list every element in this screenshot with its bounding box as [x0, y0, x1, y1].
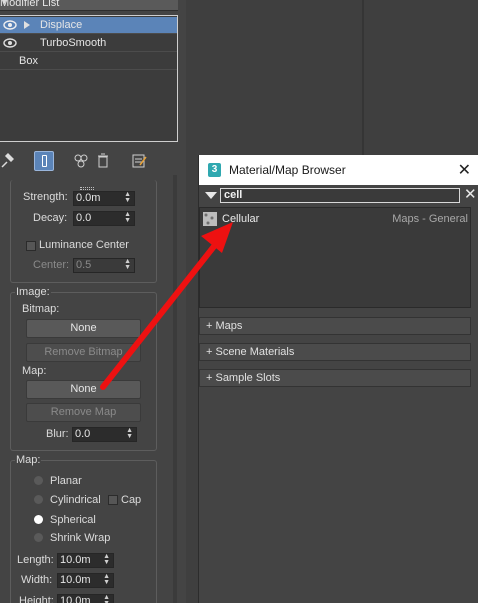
luminance-center-checkbox[interactable] — [26, 241, 36, 251]
rollout-maps[interactable]: + Maps — [199, 317, 471, 335]
blur-value: 0.0 — [75, 428, 91, 440]
spinner-arrows-icon[interactable]: ▲▼ — [124, 191, 131, 204]
strength-label: Strength: — [23, 191, 68, 203]
show-end-result-icon[interactable] — [34, 151, 54, 171]
shrink-wrap-radio[interactable] — [34, 533, 43, 542]
result-category: Maps - General — [392, 213, 468, 225]
remove-modifier-icon[interactable] — [96, 151, 110, 171]
close-icon[interactable]: ✕ — [458, 160, 471, 180]
blur-spinner[interactable]: 0.0 ▲ ▼ — [72, 427, 137, 442]
rollout-scene-materials[interactable]: + Scene Materials — [199, 343, 471, 361]
modify-panel: Modifier List ▼ Displace TurboSmooth Box — [0, 0, 186, 603]
spinner-arrows-icon[interactable]: ▲▼ — [103, 594, 110, 603]
expand-arrow-icon[interactable] — [24, 21, 30, 29]
width-label: Width: — [21, 574, 53, 586]
center-value: 0.5 — [76, 259, 92, 271]
eye-icon[interactable] — [3, 19, 17, 31]
remove-bitmap-button[interactable]: Remove Bitmap — [26, 343, 141, 362]
image-group: Image: Bitmap: None Remove Bitmap Map: N… — [10, 286, 157, 451]
decay-label: Decay: — [33, 212, 68, 224]
length-spinner[interactable]: 10.0m ▲ ▼ — [57, 553, 114, 568]
eye-icon[interactable] — [3, 37, 17, 49]
make-unique-icon[interactable] — [72, 151, 90, 171]
result-name: Cellular — [222, 213, 260, 225]
viewport-divider — [362, 0, 364, 155]
cap-label: Cap — [121, 494, 142, 506]
cylindrical-label: Cylindrical — [50, 494, 101, 506]
map-label: Map: — [22, 365, 47, 377]
shrink-wrap-label: Shrink Wrap — [50, 532, 111, 544]
stack-item-label: Box — [19, 55, 38, 67]
length-value: 10.0m — [60, 554, 91, 566]
modifier-stack: Displace TurboSmooth Box — [0, 15, 178, 142]
height-label: Height: — [19, 595, 54, 603]
panel-scrollbar[interactable] — [173, 175, 177, 603]
spherical-label: Spherical — [50, 514, 96, 526]
search-input[interactable]: cell — [220, 188, 460, 203]
search-results: Cellular Maps - General — [199, 207, 471, 308]
spinner-arrows-icon[interactable]: ▲▼ — [103, 553, 110, 566]
strength-group: Strength: 0.0m ▲ ▼ Decay: 0.0 ▲ ▼ Luminanc… — [10, 180, 157, 283]
pin-icon[interactable] — [0, 151, 14, 171]
strength-value: 0.0m — [76, 192, 101, 204]
decay-value: 0.0 — [76, 212, 92, 224]
decay-spinner[interactable]: 0.0 ▲ ▼ — [73, 211, 135, 226]
cap-checkbox[interactable] — [108, 495, 118, 505]
planar-radio[interactable] — [34, 476, 43, 485]
spinner-arrows-icon[interactable]: ▲▼ — [103, 573, 110, 586]
browser-title: Material/Map Browser — [229, 163, 346, 177]
blur-label: Blur: — [46, 428, 69, 440]
bitmap-label: Bitmap: — [22, 303, 60, 315]
stack-item-label: TurboSmooth — [40, 37, 107, 49]
stack-item-label: Displace — [40, 19, 83, 31]
search-row: cell ✕ — [199, 186, 478, 206]
spinner-arrows-icon[interactable]: ▲▼ — [124, 258, 131, 271]
planar-label: Planar — [50, 475, 82, 487]
clear-search-icon[interactable]: ✕ — [464, 185, 477, 203]
stack-item-box[interactable]: Box — [0, 53, 177, 70]
remove-map-button[interactable]: Remove Map — [26, 403, 141, 422]
width-spinner[interactable]: 10.0m ▲ ▼ — [57, 573, 114, 588]
result-item-cellular[interactable]: Cellular Maps - General — [202, 211, 470, 228]
strength-spinner[interactable]: 0.0m ▲ ▼ — [73, 191, 135, 206]
spinner-arrows-icon[interactable]: ▲▼ — [124, 211, 131, 224]
search-options-icon[interactable] — [205, 192, 217, 199]
height-spinner[interactable]: 10.0m ▲▼ — [57, 594, 114, 603]
modifier-list-dropdown[interactable]: Modifier List ▼ — [0, 0, 178, 11]
map-none-button[interactable]: None — [26, 380, 141, 399]
material-map-browser: 3 Material/Map Browser ✕ cell ✕ Cellular… — [198, 155, 478, 603]
bitmap-none-button[interactable]: None — [26, 319, 141, 338]
stack-item-turbosmooth[interactable]: TurboSmooth — [0, 35, 177, 52]
center-spinner[interactable]: 0.5 ▲ ▼ — [73, 258, 135, 273]
length-label: Length: — [17, 554, 54, 566]
image-group-title: Image: — [15, 286, 51, 298]
map-group-title: Map: — [15, 454, 42, 466]
stack-toolbar — [0, 150, 186, 172]
rollout-sample-slots[interactable]: + Sample Slots — [199, 369, 471, 387]
center-label: Center: — [33, 259, 70, 271]
map-group: Map: Planar Cylindrical Cap Spherical Sh… — [10, 454, 157, 603]
browser-title-bar[interactable]: 3 Material/Map Browser ✕ — [199, 155, 478, 185]
width-value: 10.0m — [60, 574, 91, 586]
luminance-center-label: Luminance Center — [39, 239, 129, 251]
configure-modifier-sets-icon[interactable] — [131, 151, 147, 171]
spherical-radio[interactable] — [34, 515, 43, 524]
height-value: 10.0m — [60, 595, 91, 603]
cylindrical-radio[interactable] — [34, 495, 43, 504]
cellular-thumbnail-icon — [203, 212, 217, 226]
chevron-down-icon: ▼ — [0, 0, 9, 6]
spinner-arrows-icon[interactable]: ▲▼ — [126, 427, 133, 440]
stack-item-displace[interactable]: Displace — [0, 17, 177, 34]
app-3dsmax-icon: 3 — [208, 163, 221, 177]
